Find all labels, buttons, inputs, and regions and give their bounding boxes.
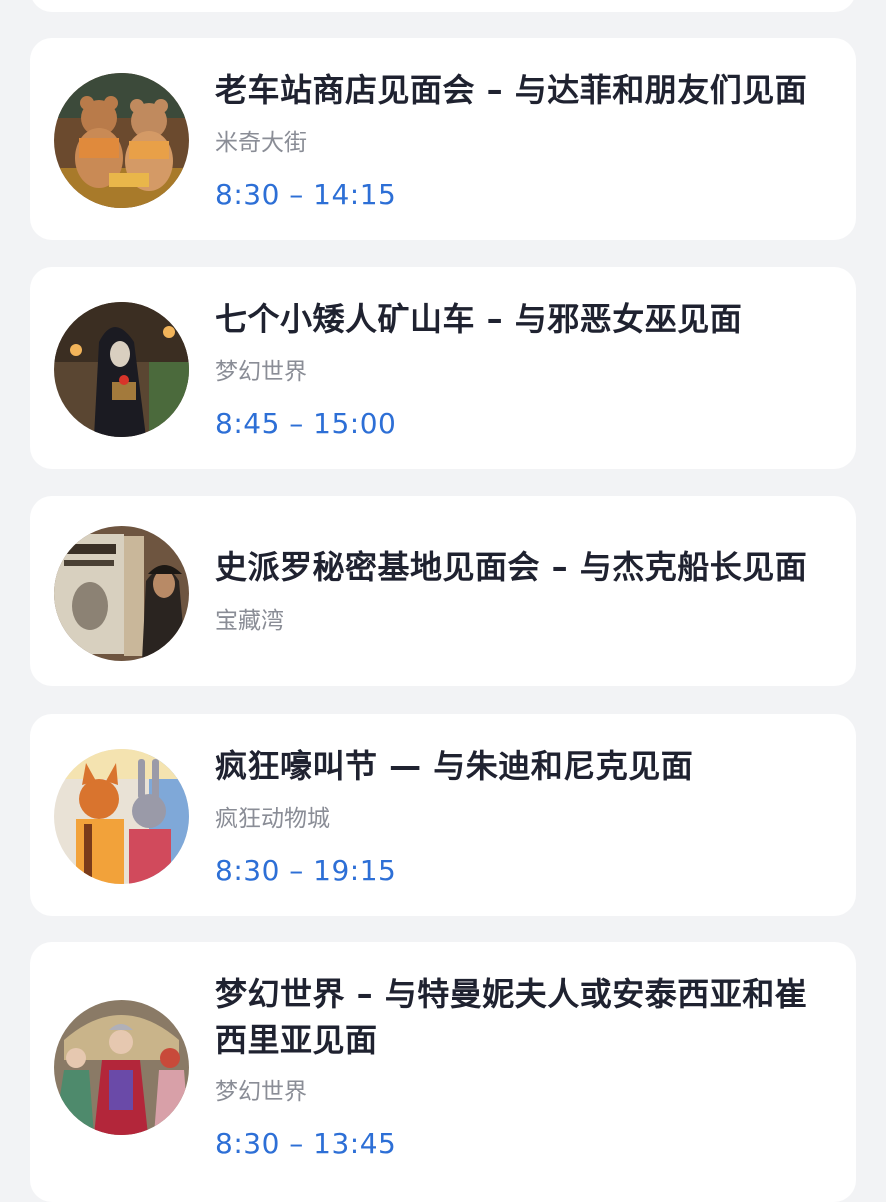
event-location: 疯狂动物城: [215, 806, 330, 832]
event-time: 8:30 – 13:45: [215, 1127, 397, 1160]
event-location: 梦幻世界: [215, 359, 307, 385]
event-title: 史派罗秘密基地见面会 – 与杰克船长见面: [215, 548, 808, 586]
tremaine-stepsisters-photo: [54, 1000, 189, 1135]
event-time: 8:45 – 15:00: [215, 407, 397, 440]
event-location: 宝藏湾: [215, 608, 284, 634]
list-item[interactable]: 史派罗秘密基地见面会 – 与杰克船长见面 宝藏湾: [30, 496, 856, 686]
list-item[interactable]: 疯狂嚎叫节 — 与朱迪和尼克见面 疯狂动物城 8:30 – 19:15: [30, 714, 856, 916]
duffy-friends-photo: [54, 73, 189, 208]
event-time: 8:30 – 19:15: [215, 854, 397, 887]
event-title: 七个小矮人矿山车 – 与邪恶女巫见面: [215, 300, 743, 338]
event-time: 8:30 – 14:15: [215, 178, 397, 211]
judy-nick-photo: [54, 749, 189, 884]
event-title: 老车站商店见面会 – 与达菲和朋友们见面: [215, 71, 808, 109]
event-location: 米奇大街: [215, 130, 307, 156]
captain-jack-sparrow-photo: [54, 526, 189, 661]
event-title: 梦幻世界 – 与特曼妮夫人或安泰西亚和崔西里亚见面: [215, 975, 808, 1059]
list-item[interactable]: 梦幻世界 – 与特曼妮夫人或安泰西亚和崔西里亚见面 梦幻世界 8:30 – 13…: [30, 942, 856, 1202]
event-location: 梦幻世界: [215, 1079, 307, 1105]
event-title: 疯狂嚎叫节 — 与朱迪和尼克见面: [215, 747, 694, 785]
list-item[interactable]: 七个小矮人矿山车 – 与邪恶女巫见面 梦幻世界 8:45 – 15:00: [30, 267, 856, 469]
list-item[interactable]: 老车站商店见面会 – 与达菲和朋友们见面 米奇大街 8:30 – 14:15: [30, 38, 856, 240]
evil-queen-witch-photo: [54, 302, 189, 437]
list-item-partial[interactable]: [30, 0, 856, 12]
